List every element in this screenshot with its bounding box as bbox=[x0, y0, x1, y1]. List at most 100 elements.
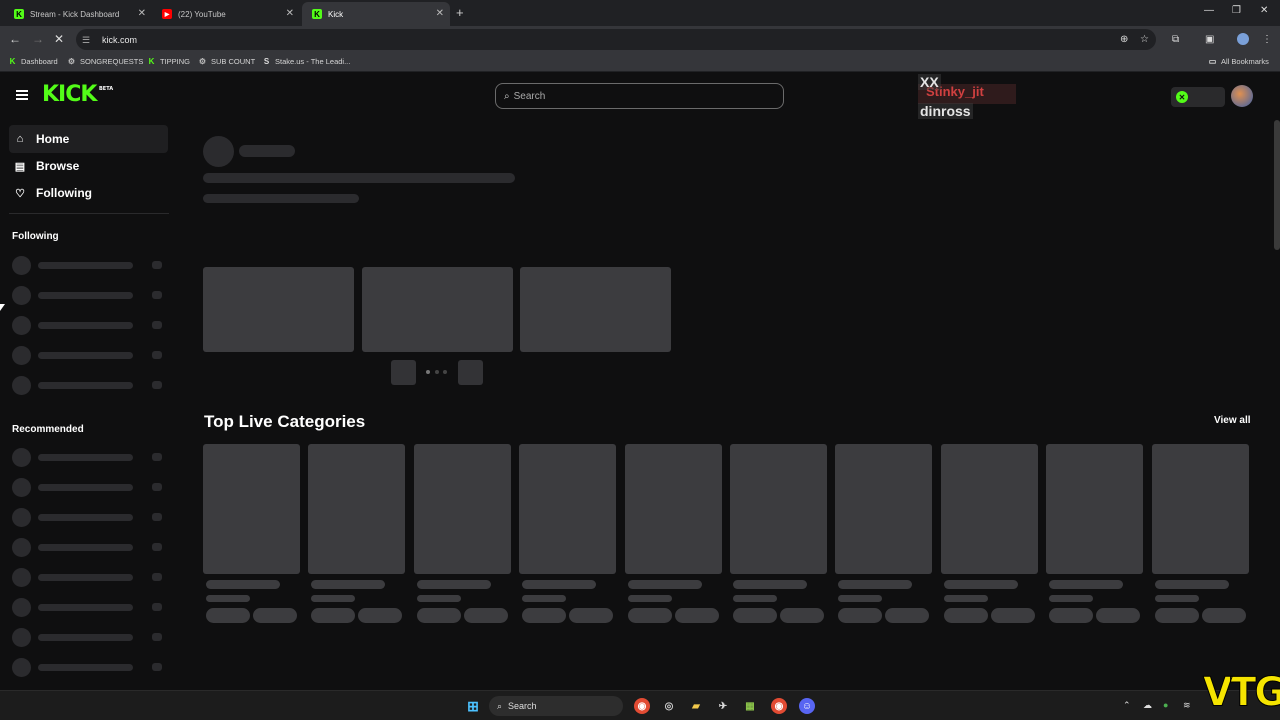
kick-logo[interactable]: KICK BETA bbox=[42, 82, 113, 107]
minimize-icon[interactable]: — bbox=[1204, 5, 1214, 16]
streamelements-icon: ⚙ bbox=[198, 57, 207, 66]
tab-youtube[interactable]: ▶ (22) YouTube ✕ bbox=[152, 2, 300, 26]
bookmark-label: Dashboard bbox=[21, 57, 58, 66]
search-icon: ⌕ bbox=[497, 700, 503, 711]
skeleton-channel bbox=[12, 478, 168, 497]
youtube-icon: ▶ bbox=[162, 9, 172, 19]
sidebar-item-browse[interactable]: ▤ Browse bbox=[9, 152, 168, 180]
beta-badge: BETA bbox=[99, 86, 114, 92]
restore-icon[interactable]: ❐ bbox=[1232, 5, 1241, 16]
site-header: KICK BETA ⌕ Stinky_jit XX dinross ✕ bbox=[0, 72, 1280, 120]
avatar[interactable] bbox=[1231, 85, 1253, 107]
file-explorer-icon[interactable]: ▰ bbox=[688, 698, 704, 714]
folder-icon: ▭ bbox=[1208, 57, 1217, 66]
sidebar-item-label: Following bbox=[36, 186, 92, 200]
tab-kick-dashboard[interactable]: K Stream - Kick Dashboard ✕ bbox=[4, 2, 152, 26]
carousel-prev-button[interactable] bbox=[391, 360, 416, 385]
divider bbox=[9, 213, 169, 214]
overlay-xx: XX bbox=[918, 74, 941, 90]
bookmark-stake[interactable]: S Stake.us - The Leadi... bbox=[262, 57, 351, 66]
browse-icon: ▤ bbox=[14, 160, 26, 173]
hamburger-menu-icon[interactable] bbox=[16, 90, 28, 100]
view-all-link[interactable]: View all bbox=[1214, 415, 1251, 426]
minecraft-icon[interactable]: ▦ bbox=[742, 698, 758, 714]
kick-icon: K bbox=[148, 57, 155, 66]
close-icon[interactable]: ✕ bbox=[138, 8, 146, 19]
skeleton-channel bbox=[12, 538, 168, 557]
sidebar-item-following[interactable]: ♡ Following bbox=[9, 179, 168, 207]
bookmark-label: Stake.us - The Leadi... bbox=[275, 57, 351, 66]
bookmark-sub-count[interactable]: ⚙ SUB COUNT bbox=[198, 57, 255, 66]
skeleton-channel bbox=[12, 508, 168, 527]
chrome-icon[interactable]: ◉ bbox=[771, 698, 787, 714]
address-bar[interactable]: ☰ kick.com bbox=[76, 29, 1156, 50]
skeleton-carousel-card bbox=[203, 267, 354, 352]
obs-icon[interactable]: ◎ bbox=[661, 698, 677, 714]
streamelements-icon: ⚙ bbox=[67, 57, 76, 66]
bookmark-songrequests[interactable]: ⚙ SONGREQUESTS bbox=[67, 57, 143, 66]
recommended-section-title: Recommended bbox=[12, 424, 84, 435]
skeleton-channel bbox=[12, 598, 168, 617]
search-box[interactable]: ⌕ bbox=[495, 83, 784, 109]
microphone-icon[interactable]: ● bbox=[1163, 700, 1168, 710]
bookmark-tipping[interactable]: K TIPPING bbox=[147, 57, 190, 66]
wifi-icon[interactable]: ≋ bbox=[1183, 700, 1191, 711]
skeleton-carousel-card bbox=[520, 267, 671, 352]
forward-icon[interactable]: → bbox=[32, 32, 44, 46]
new-tab-button[interactable]: + bbox=[456, 5, 464, 20]
tray-chevron-icon[interactable]: ⌃ bbox=[1123, 700, 1131, 711]
skeleton-channel bbox=[12, 658, 168, 677]
bookmark-dashboard[interactable]: K Dashboard bbox=[8, 57, 58, 66]
carousel-dot[interactable] bbox=[443, 370, 447, 374]
search-input[interactable] bbox=[513, 90, 754, 102]
skeleton-line bbox=[203, 173, 515, 183]
tab-title: (22) YouTube bbox=[178, 9, 226, 19]
logo-text: KICK bbox=[42, 82, 97, 107]
xbox-button[interactable]: ✕ bbox=[1171, 87, 1225, 107]
back-icon[interactable]: ← bbox=[9, 32, 21, 46]
bookmark-label: SUB COUNT bbox=[211, 57, 256, 66]
windows-start-icon[interactable]: ⊞ bbox=[465, 698, 481, 714]
stop-loading-icon[interactable]: ✕ bbox=[54, 32, 64, 46]
browser-tab-strip: K Stream - Kick Dashboard ✕ ▶ (22) YouTu… bbox=[0, 0, 1280, 26]
close-icon[interactable]: ✕ bbox=[436, 8, 444, 19]
skeleton-category-card bbox=[1152, 444, 1249, 624]
sidebar-item-label: Home bbox=[36, 132, 70, 146]
kick-icon: K bbox=[312, 9, 322, 19]
mouse-cursor bbox=[0, 304, 5, 311]
taskbar-search-label: Search bbox=[508, 701, 537, 711]
menu-icon[interactable]: ⋮ bbox=[1262, 34, 1272, 45]
steam-icon[interactable]: ✈ bbox=[715, 698, 731, 714]
skeleton-carousel-card bbox=[362, 267, 513, 352]
skeleton-channel bbox=[12, 568, 168, 587]
discord-icon[interactable]: ☺ bbox=[799, 698, 815, 714]
all-bookmarks[interactable]: ▭ All Bookmarks bbox=[1208, 57, 1269, 66]
sidebar-item-label: Browse bbox=[36, 159, 80, 173]
profile-icon[interactable] bbox=[1237, 33, 1249, 45]
skeleton-line bbox=[203, 194, 359, 203]
taskbar-search[interactable]: ⌕ Search bbox=[489, 696, 623, 716]
carousel-next-button[interactable] bbox=[458, 360, 483, 385]
side-panel-icon[interactable]: ▣ bbox=[1205, 34, 1214, 45]
chrome-icon[interactable]: ◉ bbox=[634, 698, 650, 714]
vtg-watermark-logo: VTG bbox=[1203, 668, 1280, 716]
site-info-icon[interactable]: ☰ bbox=[82, 35, 92, 45]
carousel-dot[interactable] bbox=[435, 370, 439, 374]
close-icon[interactable]: ✕ bbox=[286, 8, 294, 19]
page-scrollbar[interactable] bbox=[1274, 120, 1280, 250]
home-icon: ⌂ bbox=[16, 133, 24, 145]
sidebar-item-home[interactable]: ⌂ Home bbox=[9, 125, 168, 153]
carousel-dot[interactable] bbox=[426, 370, 430, 374]
kick-icon: K bbox=[9, 57, 16, 66]
tab-kick[interactable]: K Kick ✕ bbox=[302, 2, 450, 26]
bookmark-star-icon[interactable]: ☆ bbox=[1140, 34, 1149, 45]
zoom-icon[interactable]: ⊕ bbox=[1120, 34, 1128, 45]
close-window-icon[interactable]: ✕ bbox=[1260, 5, 1268, 16]
bookmarks-bar: K Dashboard ⚙ SONGREQUESTS K TIPPING ⚙ S… bbox=[0, 53, 1280, 72]
skeleton-category-card bbox=[414, 444, 511, 624]
extensions-icon[interactable]: ⧉ bbox=[1172, 34, 1179, 45]
kick-icon: K bbox=[14, 9, 24, 19]
tray-app-icon[interactable]: ☁ bbox=[1143, 700, 1152, 711]
stake-icon: S bbox=[263, 57, 270, 66]
bookmark-label: TIPPING bbox=[160, 57, 191, 66]
